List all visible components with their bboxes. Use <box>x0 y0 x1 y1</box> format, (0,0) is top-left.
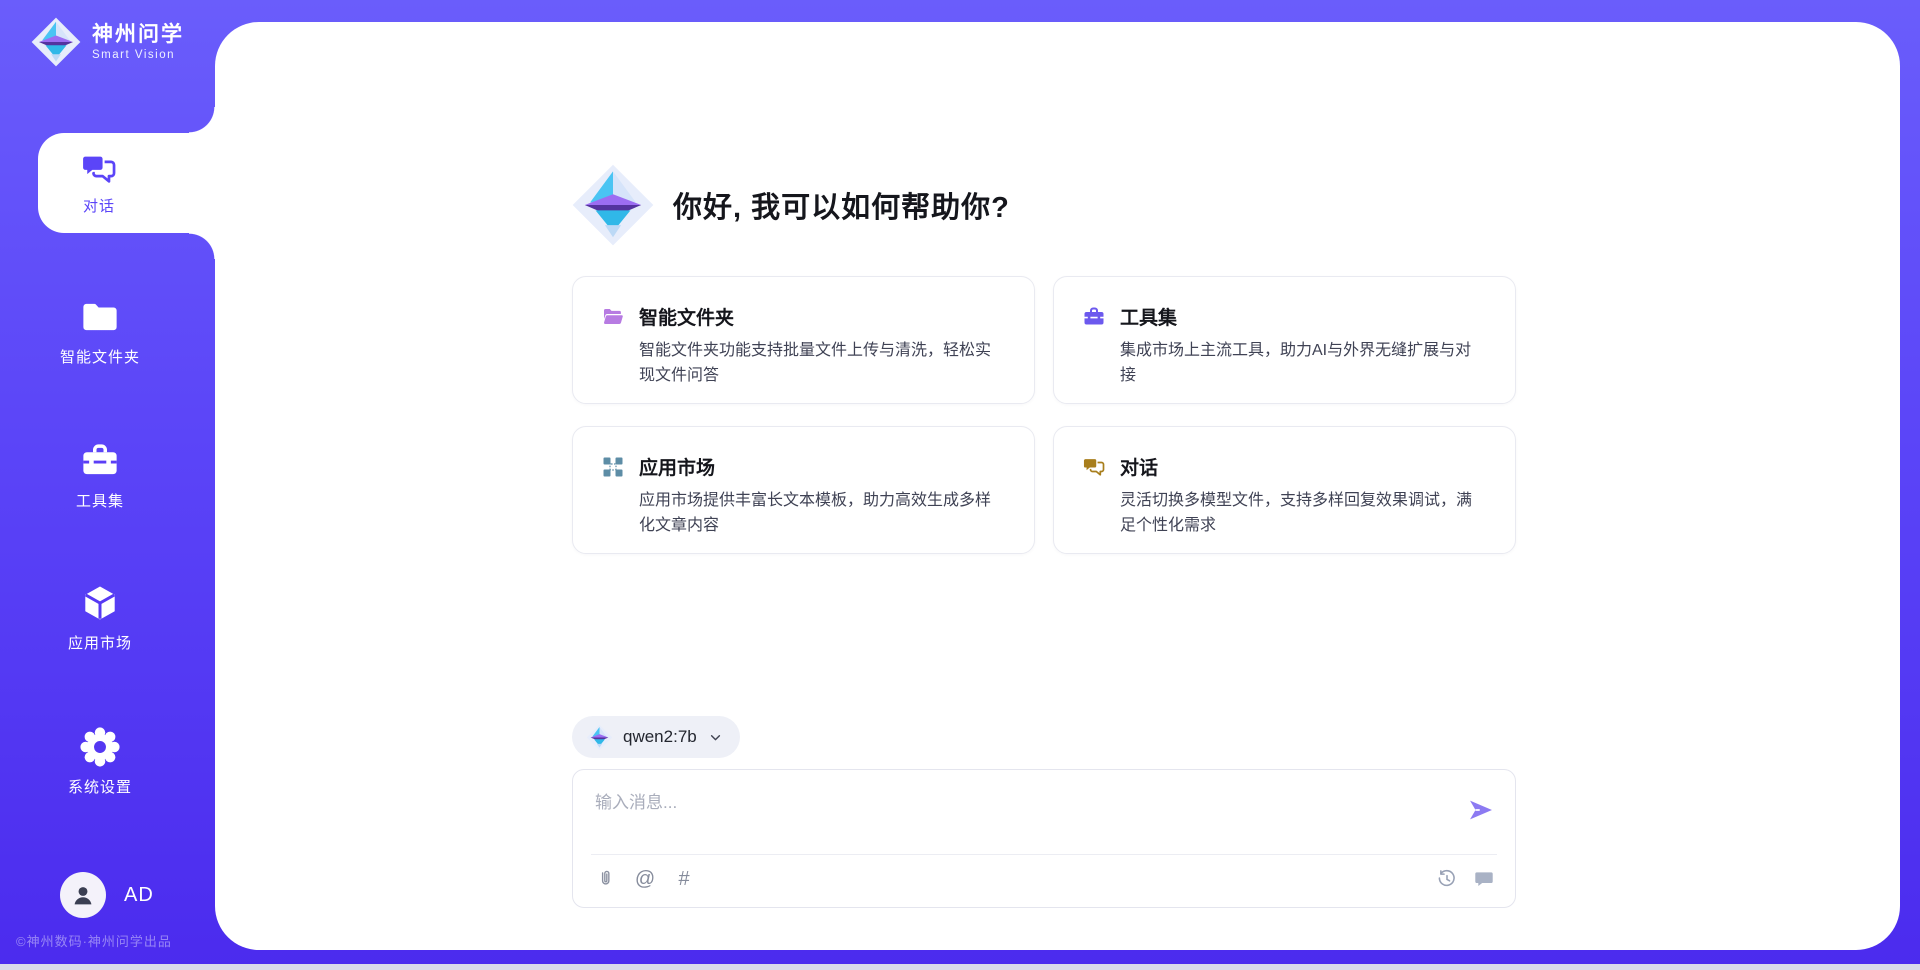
send-icon <box>1467 796 1495 824</box>
greeting-text: 你好, 我可以如何帮助你? <box>673 184 1010 226</box>
card-toolset[interactable]: 工具集 集成市场上主流工具，助力AI与外界无缝扩展与对接 <box>1053 276 1516 404</box>
card-chat[interactable]: 对话 灵活切换多模型文件，支持多样回复效果调试，满足个性化需求 <box>1053 426 1516 554</box>
at-icon: @ <box>635 868 655 890</box>
sidebar-item-settings[interactable]: 系统设置 <box>0 726 200 797</box>
card-title: 智能文件夹 <box>639 303 1006 330</box>
sidebar-item-label: 对话 <box>83 195 115 216</box>
gear-icon <box>79 726 121 768</box>
feature-cards: 智能文件夹 智能文件夹功能支持批量文件上传与清洗，轻松实现文件问答 工具集 集成… <box>572 276 1516 554</box>
model-selector[interactable]: qwen2:7b <box>572 716 740 758</box>
greeting: 你好, 我可以如何帮助你? <box>570 163 1010 247</box>
sidebar-item-label: 系统设置 <box>68 776 132 797</box>
toolbox-icon <box>79 440 121 482</box>
card-description: 灵活切换多模型文件，支持多样回复效果调试，满足个性化需求 <box>1120 489 1487 539</box>
user-account[interactable]: AD <box>60 872 154 918</box>
model-name: qwen2:7b <box>623 727 697 747</box>
paperclip-icon <box>595 868 617 890</box>
horizontal-scrollbar[interactable] <box>0 964 1920 970</box>
history-button[interactable] <box>1436 868 1458 890</box>
sidebar-item-chat[interactable]: 对话 <box>38 133 215 233</box>
sidebar-item-toolset[interactable]: 工具集 <box>0 440 200 511</box>
gem-logo-icon <box>30 16 82 68</box>
folder-open-icon <box>601 305 625 329</box>
avatar <box>60 872 106 918</box>
hash-icon: # <box>678 868 689 890</box>
gem-logo-icon <box>586 724 613 751</box>
cube-icon <box>79 582 121 624</box>
attach-file-button[interactable] <box>595 868 617 890</box>
grid-blocks-icon <box>601 455 625 479</box>
tab-fillet-bottom <box>189 233 215 259</box>
copyright-text: ©神州数码·神州问学出品 <box>16 931 172 950</box>
mention-button[interactable]: @ <box>634 868 656 890</box>
history-icon <box>1436 868 1458 890</box>
user-initials: AD <box>124 884 154 907</box>
sidebar-item-label: 智能文件夹 <box>60 346 140 367</box>
brand-name: 神州问学 <box>92 23 184 47</box>
chat-bubbles-icon <box>1082 455 1106 479</box>
gem-logo-icon <box>570 162 656 248</box>
brand-logo: 神州问学 Smart Vision <box>30 16 184 68</box>
brand-subtitle: Smart Vision <box>92 49 184 61</box>
sidebar-item-smart-folder[interactable]: 智能文件夹 <box>0 296 200 367</box>
sidebar-item-label: 工具集 <box>76 490 124 511</box>
sidebar-item-app-market[interactable]: 应用市场 <box>0 582 200 653</box>
sidebar-item-label: 应用市场 <box>68 632 132 653</box>
card-app-market[interactable]: 应用市场 应用市场提供丰富长文本模板，助力高效生成多样化文章内容 <box>572 426 1035 554</box>
card-description: 应用市场提供丰富长文本模板，助力高效生成多样化文章内容 <box>639 489 1006 539</box>
chat-bubble-icon <box>1473 868 1495 890</box>
composer-divider <box>591 854 1497 855</box>
message-composer: @ # <box>572 769 1516 908</box>
new-chat-button[interactable] <box>1473 868 1495 890</box>
topic-button[interactable]: # <box>673 868 695 890</box>
person-icon <box>69 881 97 909</box>
card-title: 对话 <box>1120 453 1487 480</box>
app-root: 神州问学 Smart Vision 对话 智能文件夹 工具集 应用市场 <box>0 0 1920 970</box>
chevron-down-icon <box>707 729 724 746</box>
card-title: 应用市场 <box>639 453 1006 480</box>
card-smart-folder[interactable]: 智能文件夹 智能文件夹功能支持批量文件上传与清洗，轻松实现文件问答 <box>572 276 1035 404</box>
card-description: 智能文件夹功能支持批量文件上传与清洗，轻松实现文件问答 <box>639 339 1006 389</box>
message-input[interactable] <box>595 788 1455 846</box>
card-title: 工具集 <box>1120 303 1487 330</box>
chat-bubbles-icon <box>80 150 118 188</box>
tab-fillet-top <box>189 107 215 133</box>
toolbox-icon <box>1082 305 1106 329</box>
folder-icon <box>79 296 121 338</box>
card-description: 集成市场上主流工具，助力AI与外界无缝扩展与对接 <box>1120 339 1487 389</box>
send-button[interactable] <box>1467 796 1495 824</box>
